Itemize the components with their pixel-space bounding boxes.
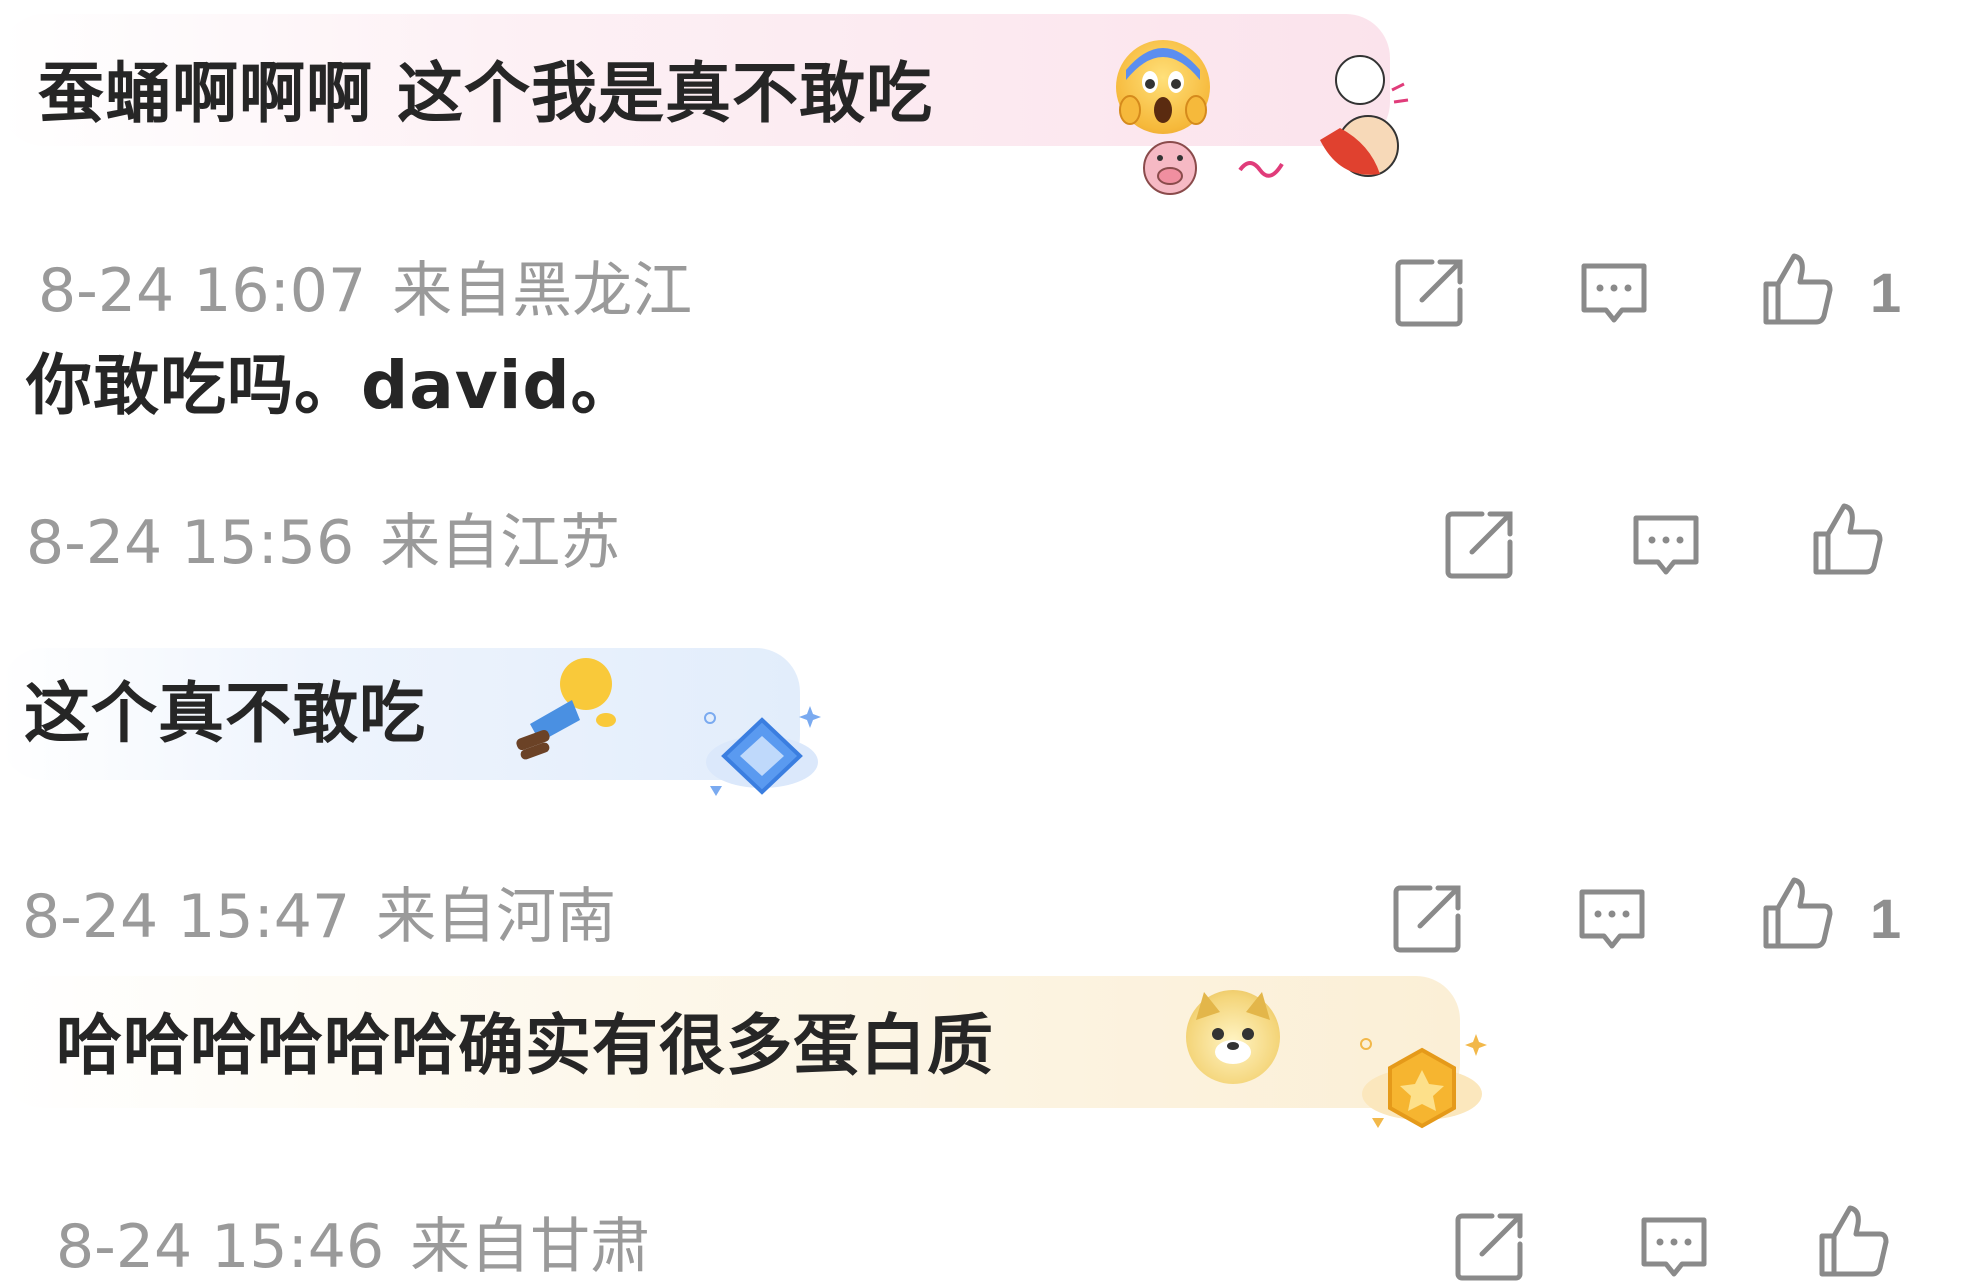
comment-text: 你敢吃吗。david。 <box>26 347 638 424</box>
comment-time: 8-24 15:56 <box>26 508 355 578</box>
cartoon-decoration-icon <box>1140 50 1420 200</box>
comment-location: 来自黑龙江 <box>392 256 693 326</box>
share-icon <box>1445 511 1513 579</box>
like-button[interactable] <box>1808 500 1884 576</box>
like-count: 1 <box>1870 261 1902 324</box>
thumbs-up-icon <box>1819 1205 1889 1277</box>
share-button[interactable] <box>1392 254 1468 330</box>
thumbs-up-icon <box>1763 253 1833 325</box>
comment-location: 来自甘肃 <box>410 1212 651 1282</box>
share-button[interactable] <box>1452 1208 1528 1284</box>
reply-button[interactable] <box>1574 880 1650 956</box>
thumbs-up-icon <box>1763 877 1833 949</box>
like-count: 1 <box>1870 887 1902 950</box>
faceplant-emoji-icon <box>510 654 620 764</box>
comment-meta: 8-24 15:46 来自甘肃 <box>56 1212 650 1282</box>
reply-button[interactable] <box>1576 254 1652 330</box>
comment-time: 8-24 16:07 <box>38 256 367 326</box>
thumbs-up-icon <box>1813 503 1883 575</box>
share-button[interactable] <box>1390 880 1466 956</box>
comment-text: 蚕蛹啊啊啊 这个我是真不敢吃 <box>38 55 933 132</box>
comment-location: 来自河南 <box>376 882 617 952</box>
comment-location: 来自江苏 <box>380 508 621 578</box>
comment-meta: 8-24 16:07 来自黑龙江 <box>38 256 692 326</box>
reply-button[interactable] <box>1628 506 1704 582</box>
comment-meta: 8-24 15:56 来自江苏 <box>26 508 620 578</box>
comment-text: 哈哈哈哈哈哈确实有很多蛋白质 <box>56 1007 994 1084</box>
comment-icon <box>1581 263 1647 323</box>
share-button[interactable] <box>1442 506 1518 582</box>
share-icon <box>1393 885 1461 953</box>
comment-time: 8-24 15:47 <box>22 882 351 952</box>
comment-text: 这个真不敢吃 <box>24 675 426 752</box>
like-button[interactable] <box>1758 874 1834 950</box>
comment-icon <box>1641 1217 1707 1277</box>
comment-icon <box>1633 515 1699 575</box>
gold-badge-icon <box>1350 1030 1490 1142</box>
share-icon <box>1455 1213 1523 1281</box>
comment-icon <box>1579 889 1645 949</box>
doge-emoji-icon <box>1186 990 1280 1084</box>
share-icon <box>1395 259 1463 327</box>
diamond-badge-icon <box>696 700 826 810</box>
comment-meta: 8-24 15:47 来自河南 <box>22 882 616 952</box>
comment-time: 8-24 15:46 <box>56 1212 385 1282</box>
reply-button[interactable] <box>1636 1208 1712 1284</box>
like-button[interactable] <box>1758 250 1834 326</box>
like-button[interactable] <box>1814 1202 1890 1278</box>
